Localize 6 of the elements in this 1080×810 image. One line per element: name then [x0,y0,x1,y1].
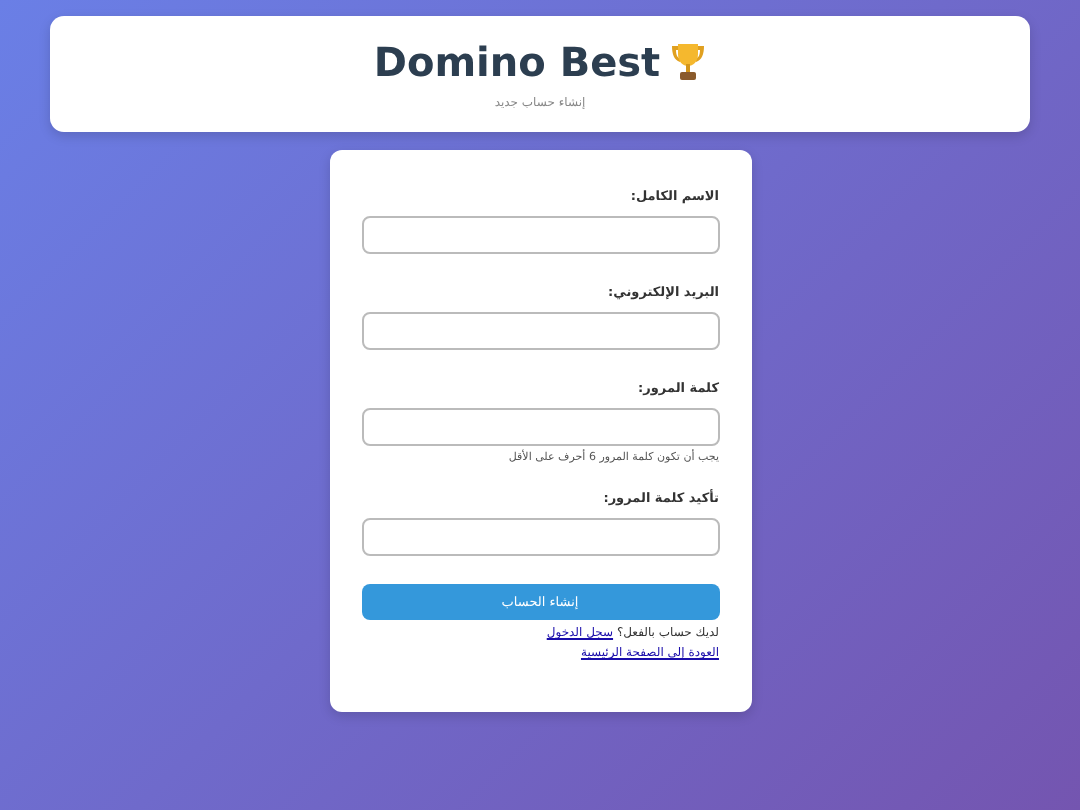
input-field[interactable] [361,408,719,446]
trophy-icon [670,42,707,82]
site-title: Domino Best [373,38,661,86]
input-field[interactable] [361,216,719,254]
input-field[interactable] [361,518,719,556]
input-field[interactable] [361,312,719,350]
